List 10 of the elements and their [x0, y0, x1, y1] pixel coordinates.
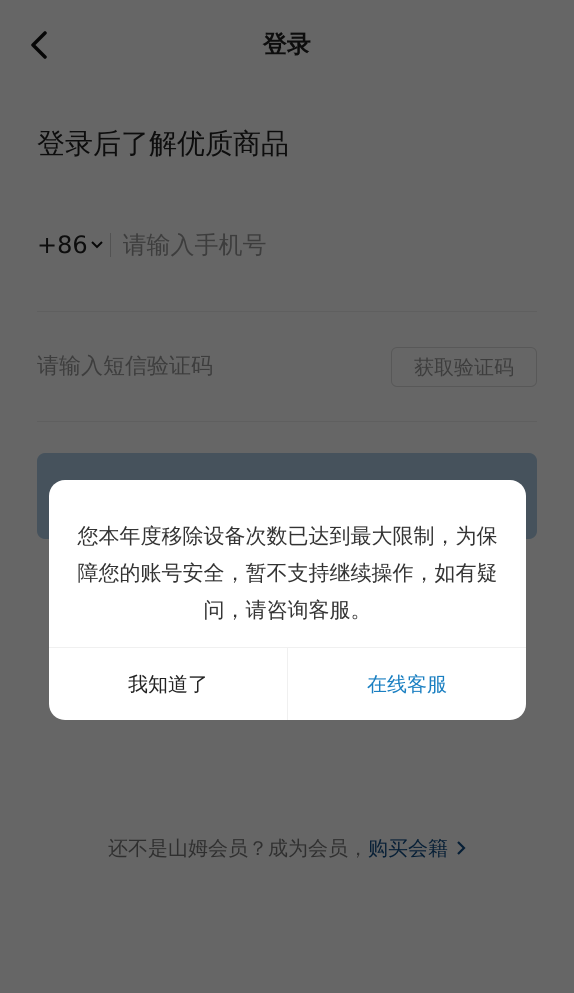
- dialog-message: 您本年度移除设备次数已达到最大限制，为保障您的账号安全，暂不支持继续操作，如有疑问，请咨询客服。: [76, 523, 498, 624]
- chevron-down-icon: [90, 240, 104, 250]
- country-code-selector[interactable]: +86: [37, 222, 104, 268]
- heading: 登录后了解优质商品: [37, 126, 290, 162]
- back-icon[interactable]: [28, 30, 50, 60]
- online-service-button[interactable]: 在线客服: [287, 648, 526, 720]
- dismiss-button[interactable]: 我知道了: [49, 648, 287, 720]
- chevron-right-icon: [456, 840, 466, 856]
- page-title: 登录: [263, 29, 311, 60]
- buy-membership-link[interactable]: 购买会籍: [368, 833, 466, 863]
